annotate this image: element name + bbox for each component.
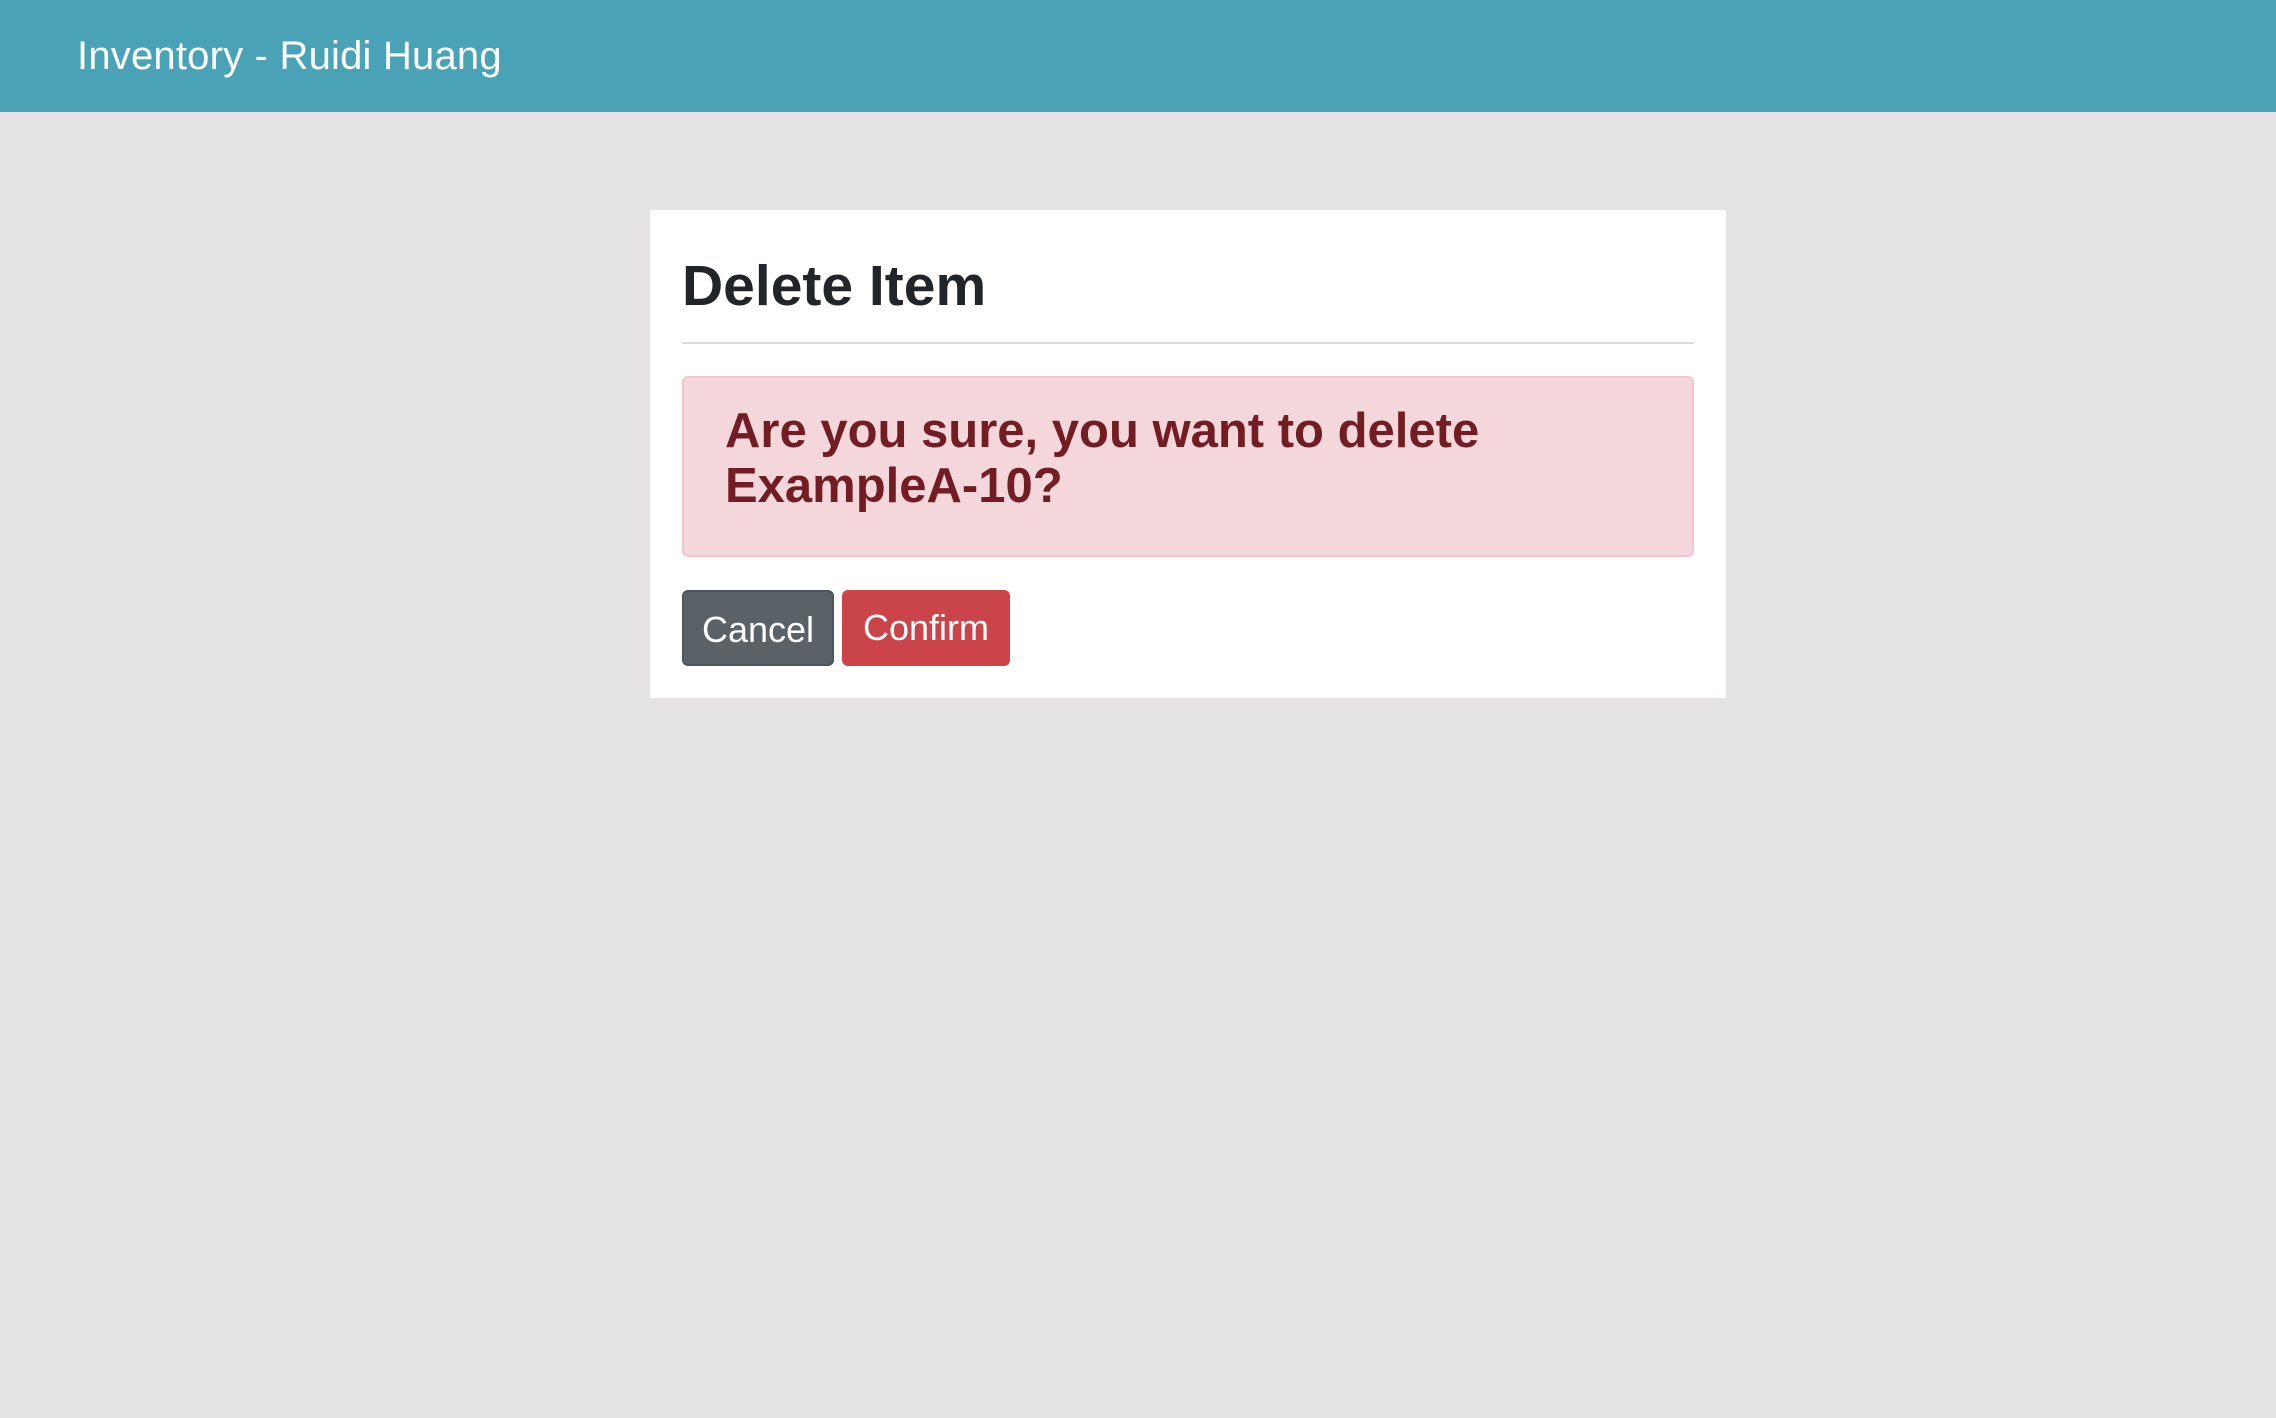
navbar-brand-link[interactable]: Inventory - Ruidi Huang (77, 0, 502, 112)
alert-message: Are you sure, you want to delete Example… (725, 404, 1480, 513)
title-divider (682, 342, 1694, 344)
top-navbar: Inventory - Ruidi Huang (0, 0, 2276, 112)
page-title: Delete Item (682, 254, 987, 318)
delete-item-card: Delete Item Are you sure, you want to de… (650, 210, 1726, 698)
confirm-button[interactable]: Confirm (842, 590, 1010, 666)
delete-confirmation-alert: Are you sure, you want to delete Example… (682, 376, 1694, 557)
cancel-button[interactable]: Cancel (682, 590, 834, 666)
